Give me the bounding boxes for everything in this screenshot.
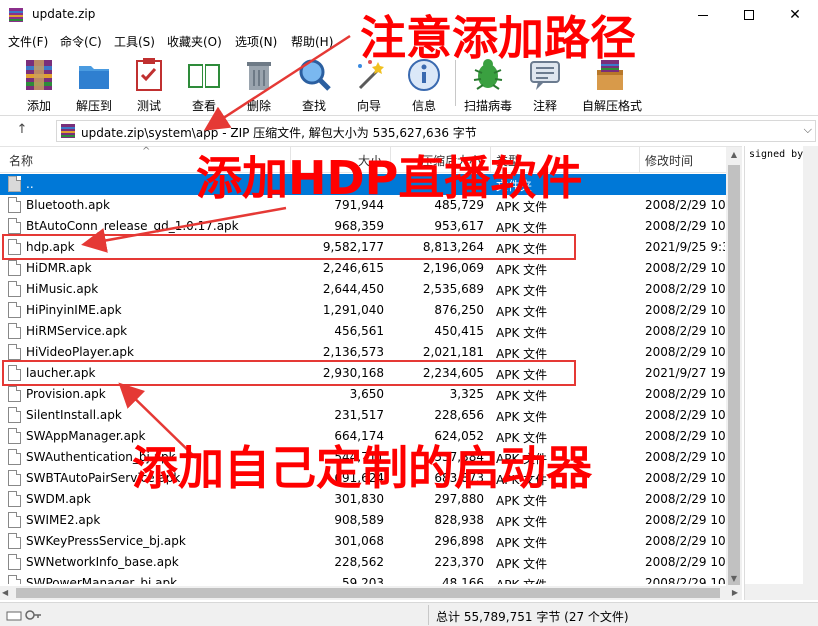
status-text: 总计 55,789,751 字节 (27 个文件)	[436, 610, 629, 624]
view-button[interactable]: 查看	[178, 54, 230, 114]
highlight-box-hdp	[2, 234, 576, 260]
menu-tools[interactable]: 工具(S)	[114, 33, 155, 50]
file-icon	[8, 428, 21, 444]
menu-options[interactable]: 选项(N)	[235, 33, 277, 50]
table-row[interactable]: Provision.apk 3,650 3,325 APK 文件 2008/2/…	[0, 384, 726, 405]
add-icon	[26, 60, 52, 90]
minimize-icon	[698, 14, 708, 16]
test-icon	[136, 58, 162, 91]
extract-icon	[79, 66, 109, 89]
chevron-down-icon[interactable]: ⌵	[804, 123, 812, 137]
find-button[interactable]: 查找	[288, 54, 340, 114]
find-icon	[299, 59, 331, 91]
scroll-left-icon[interactable]: ◀	[2, 586, 8, 600]
table-row[interactable]: HiPinyinIME.apk 1,291,040 876,250 APK 文件…	[0, 300, 726, 321]
comment-horizontal-scrollbar[interactable]	[745, 584, 818, 600]
sort-up-icon: ^	[142, 146, 151, 157]
file-icon	[8, 491, 21, 507]
column-divider[interactable]	[639, 147, 640, 173]
archive-icon	[61, 124, 75, 138]
file-icon	[8, 554, 21, 570]
comment-text: signed by	[749, 149, 804, 160]
table-row[interactable]: SWPowerManager_bj.apk 59,203 48,166 APK …	[0, 573, 726, 584]
close-button[interactable]: ✕	[772, 0, 818, 30]
scrollbar-thumb[interactable]	[728, 165, 740, 585]
folder-icon	[8, 176, 21, 192]
minimize-button[interactable]	[680, 0, 726, 30]
highlight-box-launcher	[2, 360, 576, 386]
address-path: update.zip\system\app - ZIP 压缩文件, 解包大小为 …	[81, 126, 477, 140]
add-button[interactable]: 添加	[13, 54, 65, 114]
file-icon	[8, 302, 21, 318]
lock-key-icon	[6, 610, 41, 621]
comment-vertical-scrollbar[interactable]	[803, 146, 818, 584]
file-icon	[8, 449, 21, 465]
table-row[interactable]: SilentInstall.apk 231,517 228,656 APK 文件…	[0, 405, 726, 426]
view-icon	[188, 64, 220, 88]
menu-help[interactable]: 帮助(H)	[291, 33, 333, 50]
table-row[interactable]: SWKeyPressService_bj.apk 301,068 296,898…	[0, 531, 726, 552]
status-bar: 总计 55,789,751 字节 (27 个文件)	[0, 602, 818, 626]
file-icon	[8, 470, 21, 486]
status-divider	[428, 605, 429, 625]
delete-button[interactable]: 删除	[233, 54, 285, 114]
annotation-path-note: 注意添加路径	[360, 11, 636, 65]
table-row[interactable]: HiDMR.apk 2,246,615 2,196,069 APK 文件 200…	[0, 258, 726, 279]
scroll-right-icon[interactable]: ▶	[732, 586, 738, 600]
scrollbar-thumb[interactable]	[16, 588, 720, 598]
file-icon	[8, 323, 21, 339]
file-icon	[8, 512, 21, 528]
maximize-button[interactable]	[726, 0, 772, 30]
menu-file[interactable]: 文件(F)	[8, 33, 48, 50]
file-icon	[8, 197, 21, 213]
up-button[interactable]: ↑	[12, 122, 32, 140]
file-icon	[8, 533, 21, 549]
maximize-icon	[744, 10, 754, 20]
address-field[interactable]: update.zip\system\app - ZIP 压缩文件, 解包大小为 …	[56, 120, 816, 142]
table-row[interactable]: HiRMService.apk 456,561 450,415 APK 文件 2…	[0, 321, 726, 342]
close-icon: ✕	[789, 7, 801, 23]
file-icon	[8, 344, 21, 360]
file-icon	[8, 281, 21, 297]
scroll-down-icon[interactable]: ▼	[726, 571, 742, 587]
table-row[interactable]: HiMusic.apk 2,644,450 2,535,689 APK 文件 2…	[0, 279, 726, 300]
extract-to-button[interactable]: 解压到	[68, 54, 120, 114]
column-modified[interactable]: 修改时间	[645, 152, 693, 169]
annotation-launcher-note: 添加自己定制的启动器	[132, 441, 592, 495]
list-horizontal-scrollbar[interactable]: ◀ ▶	[0, 586, 742, 600]
menu-favorites[interactable]: 收藏夹(O)	[167, 33, 222, 50]
comment-panel: signed by	[744, 146, 818, 600]
list-vertical-scrollbar[interactable]: ▲ ▼	[726, 147, 742, 587]
file-icon	[8, 386, 21, 402]
scroll-up-icon[interactable]: ▲	[726, 147, 742, 163]
file-icon	[8, 407, 21, 423]
table-row[interactable]: SWNetworkInfo_base.apk 228,562 223,370 A…	[0, 552, 726, 573]
window-title: update.zip	[32, 7, 96, 21]
up-arrow-icon: ↑	[16, 122, 28, 137]
column-name[interactable]: 名称	[9, 152, 33, 169]
file-icon	[8, 218, 21, 234]
delete-icon	[247, 62, 271, 90]
test-button[interactable]: 测试	[123, 54, 175, 114]
winrar-icon	[9, 8, 23, 22]
annotation-hdp-note: 添加HDP直播软件	[196, 151, 583, 205]
file-icon	[8, 575, 21, 584]
address-bar: ↑ update.zip\system\app - ZIP 压缩文件, 解包大小…	[0, 118, 818, 144]
file-icon	[8, 260, 21, 276]
table-row[interactable]: SWIME2.apk 908,589 828,938 APK 文件 2008/2…	[0, 510, 726, 531]
menu-commands[interactable]: 命令(C)	[60, 33, 102, 50]
